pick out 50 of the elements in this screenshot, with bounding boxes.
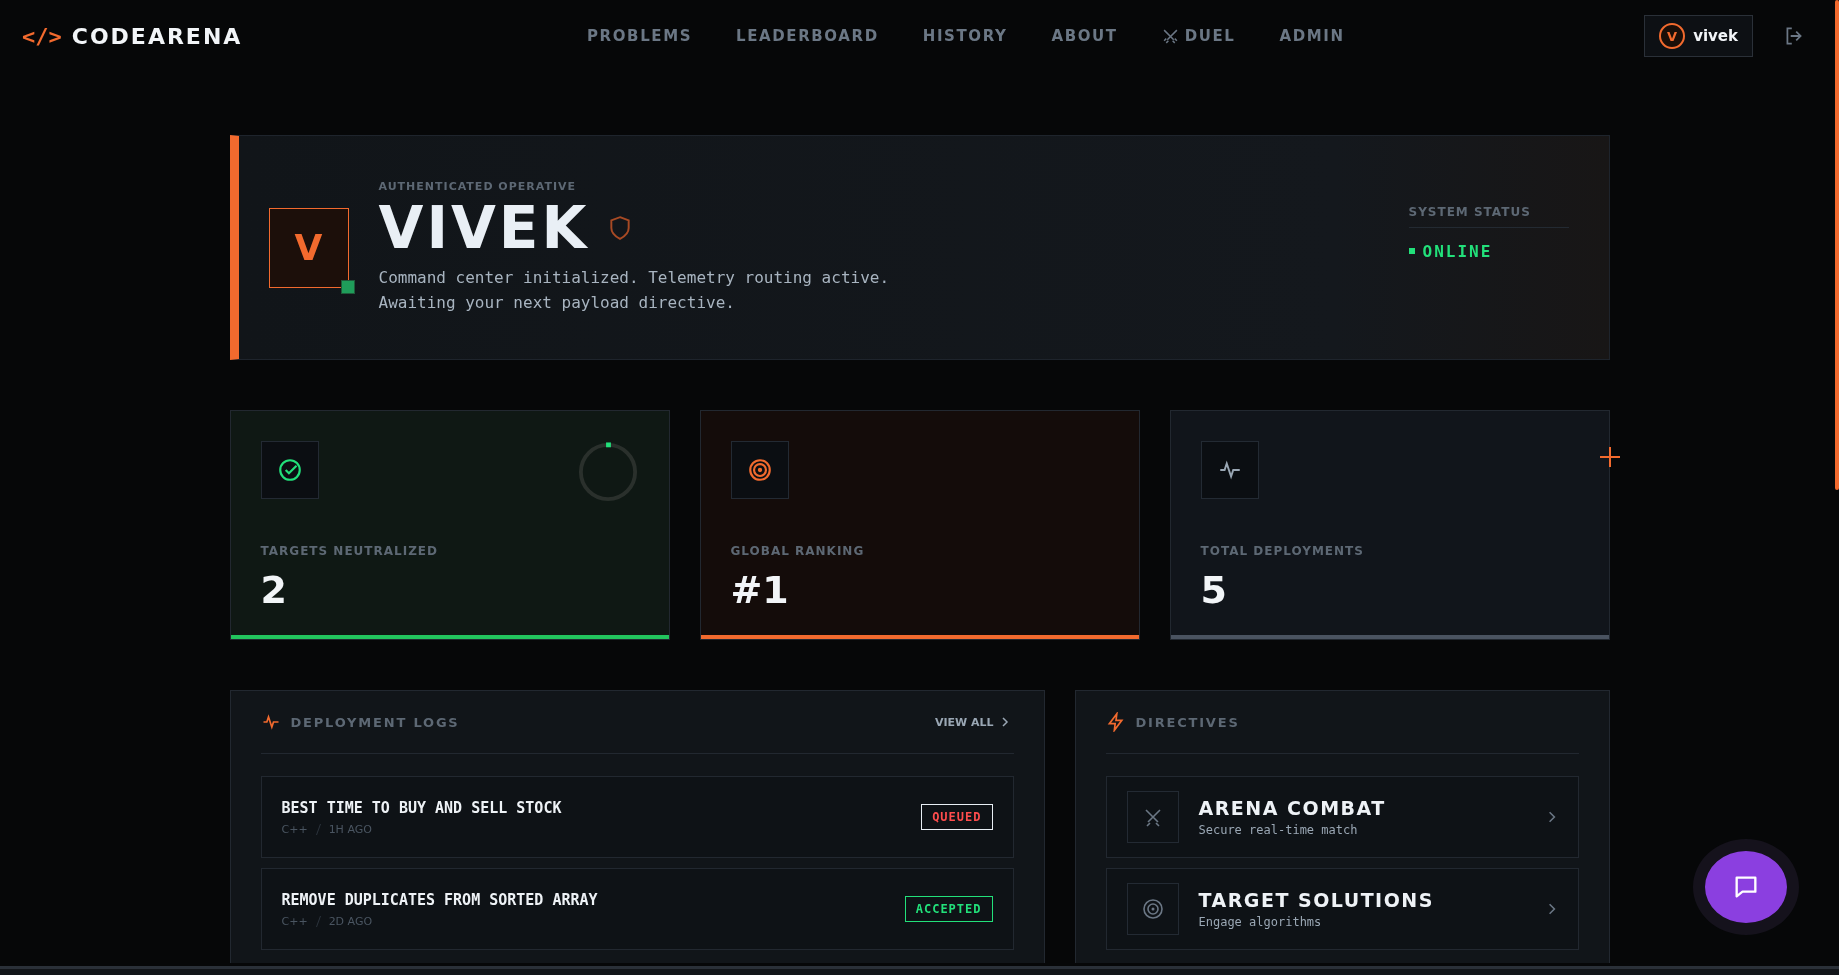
panel-title: DEPLOYMENT LOGS [290, 714, 461, 730]
time-label: 1H AGO [328, 822, 372, 836]
eyebrow-label: AUTHENTICATED OPERATIVE [378, 180, 578, 193]
stat-value: #1 [730, 568, 790, 612]
welcome-text: Awaiting your next payload directive. [378, 292, 736, 314]
log-row[interactable]: BEST TIME TO BUY AND SELL STOCK C++ 1H AGO QUEUED [260, 776, 1014, 858]
directive-subtitle: Engage algorithms [1198, 915, 1323, 929]
nav-link[interactable]: PROBLEMS [587, 27, 693, 45]
language-label: C++ [281, 914, 308, 928]
user-avatar: V [1659, 23, 1686, 49]
stat-label: TARGETS NEUTRALIZED [260, 544, 439, 558]
stat-value: 2 [260, 568, 288, 612]
welcome-text: Command center initialized. Telemetry routing active. [378, 267, 891, 289]
user-menu-button[interactable]: V vivek [1644, 15, 1753, 57]
view-all-link[interactable]: VIEW ALL [934, 715, 1014, 729]
stat-label: GLOBAL RANKING [730, 544, 866, 558]
profile-name: VIVEK [378, 195, 590, 261]
shield-icon [609, 215, 632, 241]
problem-title: BEST TIME TO BUY AND SELL STOCK [281, 798, 563, 817]
directive-card[interactable]: TARGET SOLUTIONS Engage algorithms [1105, 868, 1579, 950]
lightning-icon [1105, 712, 1126, 732]
language-label: C++ [281, 822, 308, 836]
time-label: 2D AGO [328, 914, 373, 928]
directive-title: TARGET SOLUTIONS [1198, 889, 1435, 911]
progress-ring [576, 441, 639, 503]
check-circle-icon [276, 457, 303, 483]
horizontal-scrollbar[interactable] [0, 966, 1839, 975]
chevron-icon [999, 717, 1010, 727]
plus-icon [1599, 447, 1620, 467]
status-badge: ACCEPTED [904, 896, 993, 922]
log-row[interactable]: REMOVE DUPLICATES FROM SORTED ARRAY C++ 2D AGO ACCEPTED [260, 868, 1014, 950]
logo-icon[interactable]: </> [22, 23, 62, 49]
status-value: ONLINE [1422, 241, 1493, 261]
status-badge: QUEUED [921, 804, 993, 830]
nav-link[interactable]: HISTORY [922, 27, 1008, 45]
status-label: SYSTEM STATUS [1408, 204, 1569, 228]
target-icon [1140, 897, 1165, 921]
stat-label: TOTAL DEPLOYMENTS [1200, 544, 1365, 558]
nav-link[interactable]: DUEL [1161, 27, 1236, 45]
target-icon [746, 457, 773, 483]
directive-card[interactable]: ARENA COMBAT Secure real-time match [1105, 776, 1579, 858]
nav-link[interactable]: LEADERBOARD [736, 27, 879, 45]
nav-link[interactable]: ADMIN [1279, 27, 1345, 45]
directive-title: ARENA COMBAT [1198, 797, 1387, 819]
panel-title: DIRECTIVES [1135, 714, 1241, 730]
brand-name[interactable]: CODEARENA [71, 23, 243, 49]
problem-title: REMOVE DUPLICATES FROM SORTED ARRAY [281, 890, 599, 909]
nav-link[interactable]: ABOUT [1051, 27, 1118, 45]
directive-subtitle: Secure real-time match [1198, 823, 1359, 837]
stat-value: 5 [1200, 568, 1228, 612]
